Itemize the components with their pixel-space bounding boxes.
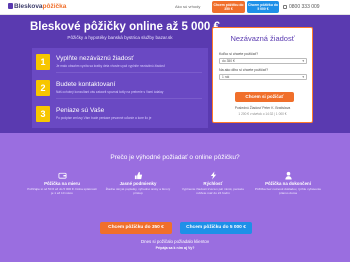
step-description: Je malo obsahm vyzíta sa kratky deta vho… bbox=[56, 64, 165, 68]
header-loan-5000-button[interactable]: Chcem pôžičku do 5 000 € bbox=[247, 1, 279, 13]
benefit-item: Pôžička na mieru Požičajte si od 50 € až… bbox=[27, 171, 97, 195]
benefit-title: Pôžička na dokončení bbox=[265, 181, 311, 186]
step-number: 1 bbox=[36, 54, 50, 70]
step-title: Budete kontaktovaní bbox=[56, 81, 116, 88]
step-title: Peniaze sú Vaše bbox=[56, 107, 105, 114]
benefit-title: Rýchlosť bbox=[203, 181, 223, 186]
amount-select[interactable]: do 350 € ▾ bbox=[219, 58, 307, 64]
loan-5000-button[interactable]: Chcem pôžičku do 5 000 € bbox=[180, 222, 252, 234]
duration-label: Na ako dlho si chcete požičať? bbox=[219, 68, 269, 72]
top-bar: Bleskovapôžička Ako sú vrhody Chcem pôži… bbox=[0, 0, 350, 15]
chevron-down-icon: ▾ bbox=[302, 59, 304, 63]
step-3: 3 Peniaze sú Vaše Po podpise zmluvy Vám … bbox=[32, 103, 208, 126]
submit-button[interactable]: Chcem si požičať bbox=[235, 92, 294, 102]
benefit-description: Pôžička bez nutnosti dokladov, rýchle vy… bbox=[254, 187, 322, 195]
benefit-description: Vyplnenie žiadosti trvá len pár minút, p… bbox=[181, 187, 245, 195]
step-divider bbox=[56, 98, 202, 99]
benefit-description: Požičajte si od 50 € až do 5 000 €. Doba… bbox=[27, 187, 97, 195]
hero-subtitle: Pôžičky a hypotéky banská bystrica služb… bbox=[67, 35, 173, 40]
phone-number[interactable]: 0800 333 009 bbox=[283, 4, 320, 10]
amount-value: do 350 € bbox=[222, 59, 235, 63]
chevron-down-icon: ▾ bbox=[302, 75, 304, 79]
last-request-text: Poslednú Žiadosť Peter K. Bratislava bbox=[234, 106, 291, 110]
phone-icon bbox=[283, 5, 287, 9]
join-text[interactable]: Pripája sa k nim aj Vy? bbox=[0, 246, 350, 250]
last-request-detail: 1 200 € v stvrtok o 14:32 | 1 000 € bbox=[238, 112, 287, 116]
step-description: Po podpise zmluvy Vám bude peniaze pevan… bbox=[56, 116, 152, 120]
hero-title: Bleskové pôžičky online až 5 000 € bbox=[30, 21, 220, 33]
logo[interactable]: Bleskovapôžička bbox=[8, 3, 66, 10]
lightning-icon bbox=[210, 171, 216, 180]
logo-accent: pôžička bbox=[42, 3, 67, 10]
clients-today-text: Dnes si požičalo požiadalo klientov bbox=[140, 239, 210, 244]
benefits-section: Prečo je výhodné požiadať o online pôžič… bbox=[0, 133, 350, 262]
logo-icon bbox=[8, 3, 13, 9]
person-icon bbox=[284, 171, 292, 180]
duration-value: 1 rok bbox=[222, 75, 230, 79]
duration-select[interactable]: 1 rok ▾ bbox=[219, 74, 307, 80]
step-number: 2 bbox=[36, 80, 50, 96]
step-1: 1 Vyplňte nezáväznú žiadosť Je malo obsa… bbox=[32, 51, 208, 74]
nav-link-how-it-works[interactable]: Ako sú vrhody bbox=[175, 4, 200, 9]
step-number: 3 bbox=[36, 106, 50, 122]
step-title: Vyplňte nezáväznú žiadosť bbox=[56, 55, 134, 62]
wallet-icon bbox=[57, 172, 67, 179]
header-loan-350-button[interactable]: Chcem pôžičku do 350 € bbox=[212, 1, 245, 13]
step-2: 2 Budete kontaktovaní Náš ochotný konzul… bbox=[32, 77, 208, 100]
benefit-item: Pôžička na dokončení Pôžička bez nutnost… bbox=[253, 171, 323, 195]
benefit-item: Jasné podmienky Žiadne skryté poplatky, … bbox=[103, 171, 173, 195]
benefits-title: Prečo je výhodné požiadať o online pôžič… bbox=[110, 154, 240, 161]
loan-350-button[interactable]: Chcem pôžičku do 350 € bbox=[100, 222, 172, 234]
benefit-title: Jasné podmienky bbox=[119, 181, 157, 186]
benefit-item: Rýchlosť Vyplnenie žiadosti trvá len pár… bbox=[178, 171, 248, 195]
logo-text: Bleskova bbox=[14, 3, 43, 10]
benefit-description: Žiadne skryté poplatky, výhodné úroky a … bbox=[105, 187, 171, 195]
loan-request-form: Nezávazná žiadosť Koľko si chcete požiča… bbox=[212, 27, 313, 123]
thumbs-up-icon bbox=[134, 171, 142, 180]
step-description: Náš ochotný konzultant vás zataorit spoz… bbox=[56, 90, 164, 94]
step-divider bbox=[56, 72, 202, 73]
amount-label: Koľko si chcete požičať? bbox=[219, 52, 259, 56]
steps-panel: 1 Vyplňte nezáväznú žiadosť Je malo obsa… bbox=[32, 48, 208, 128]
benefit-title: Pôžička na mieru bbox=[44, 181, 80, 186]
phone-text: 0800 333 009 bbox=[289, 4, 320, 10]
form-title: Nezávazná žiadosť bbox=[230, 34, 295, 43]
